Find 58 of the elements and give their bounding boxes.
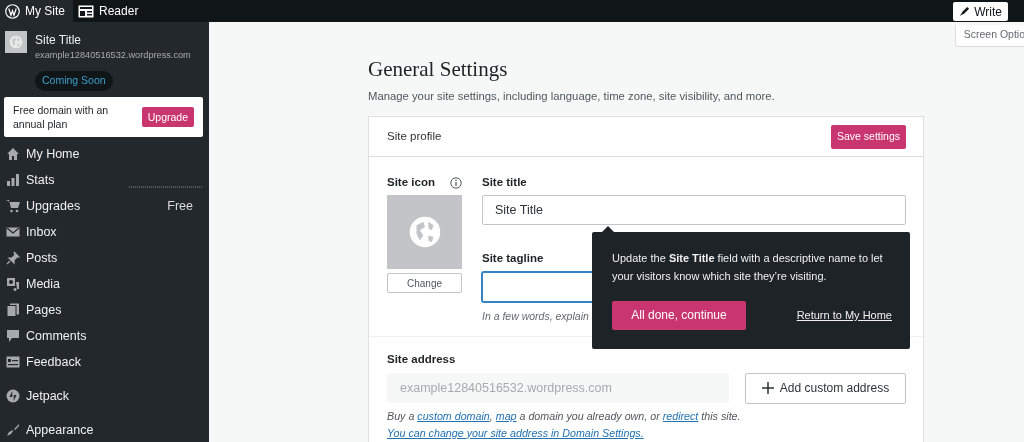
help-link[interactable]: map xyxy=(495,409,517,422)
field-label: Site address xyxy=(387,352,456,368)
sidebar-item[interactable]: Inbox xyxy=(0,219,209,246)
bar-chart-icon xyxy=(6,173,20,188)
return-link[interactable]: Return to My Home xyxy=(796,307,892,325)
promo-text: Free domain with an annual plan xyxy=(13,102,110,132)
free-label: Free xyxy=(167,197,193,215)
help-link[interactable]: redirect xyxy=(662,409,699,422)
sidebar-item[interactable]: Stats xyxy=(0,167,209,194)
sidebar-item[interactable]: My Home xyxy=(0,141,209,168)
plus-icon xyxy=(761,382,774,395)
status-badge: Coming Soon xyxy=(35,70,113,91)
wordpress-logo-icon xyxy=(5,3,20,19)
paintbrush-icon xyxy=(6,423,20,438)
info-icon[interactable] xyxy=(450,176,462,189)
screen-options-button[interactable]: Screen Optio xyxy=(954,25,1024,47)
card-header-title: Site profile xyxy=(387,129,442,144)
envelope-icon xyxy=(6,225,20,240)
speech-bubble-icon xyxy=(6,329,20,344)
write-button[interactable]: Write xyxy=(953,2,1008,21)
sidebar-item[interactable]: Posts xyxy=(0,245,209,272)
site-title-field[interactable]: Site Title xyxy=(482,195,906,226)
sidebar-item[interactable]: Media xyxy=(0,271,209,298)
field-label: Site icon xyxy=(387,175,435,191)
continue-button[interactable]: All done, continue xyxy=(612,301,746,331)
form-icon xyxy=(6,355,20,370)
sidebar-item[interactable]: Appearance xyxy=(0,417,209,442)
change-button[interactable]: Change xyxy=(387,273,462,294)
sidebar-item[interactable]: Feedback xyxy=(0,349,209,376)
globe-icon xyxy=(9,35,23,49)
site-title[interactable]: Site Title xyxy=(35,31,191,49)
sidebar-item[interactable]: Comments xyxy=(0,323,209,350)
field-label: Site title xyxy=(482,175,527,191)
reader-icon xyxy=(78,4,94,18)
field-hint: In a few words, explain xyxy=(482,309,589,322)
sidebar-item[interactable]: Jetpack xyxy=(0,383,209,410)
upgrade-button[interactable]: Upgrade xyxy=(141,106,194,128)
help-text: Buy a custom domain, map a domain you already own, or redirect this site. You can change your site address in Domain Settings. xyxy=(387,408,742,441)
globe-icon xyxy=(407,215,442,250)
sidebar-item[interactable]: Pages xyxy=(0,297,209,324)
cart-icon xyxy=(6,199,20,214)
pages-icon xyxy=(6,303,20,318)
page-subtitle: Manage your site settings, including language, time zone, site visibility, and more. xyxy=(368,89,776,105)
top-bar-tab[interactable]: My Site xyxy=(0,0,73,22)
field-label: Site tagline xyxy=(482,251,544,267)
pin-icon xyxy=(6,251,20,266)
help-link[interactable]: custom domain xyxy=(417,409,490,422)
home-icon xyxy=(6,147,20,162)
pen-icon xyxy=(959,6,971,17)
jetpack-icon xyxy=(6,389,20,404)
help-link[interactable]: You can change your site address in Domain Settings. xyxy=(387,426,644,439)
media-icon xyxy=(6,277,20,292)
sidebar-item[interactable]: Upgrades Free xyxy=(0,193,209,220)
add-custom-address-button[interactable]: Add custom address xyxy=(745,372,906,404)
save-button[interactable]: Save settings xyxy=(830,124,906,149)
tooltip-text: Update the Site Title field with a descriptive name to let your visitors know which site they’re visiting. xyxy=(612,251,884,284)
page-title: General Settings xyxy=(368,57,509,83)
site-url: example12840516532.wordpress.com xyxy=(35,49,191,62)
